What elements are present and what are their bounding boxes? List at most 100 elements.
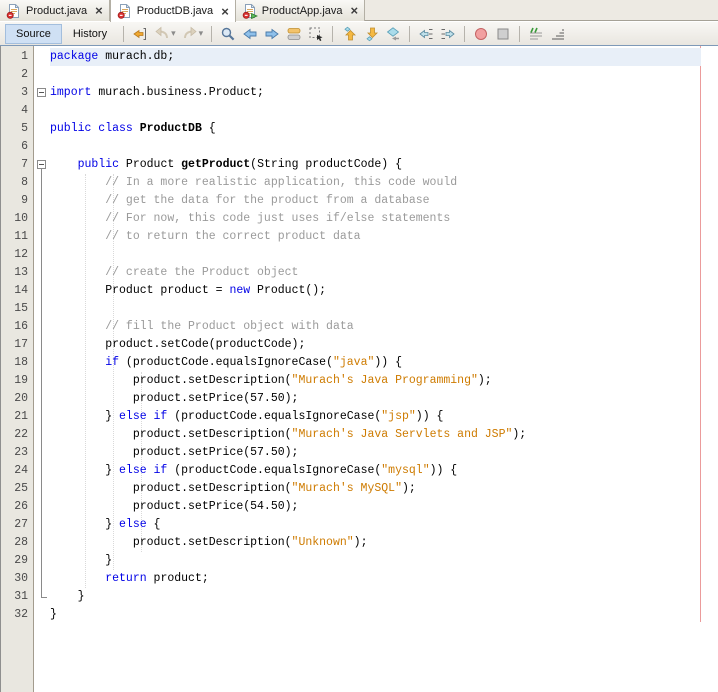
- toggle-bookmark-icon[interactable]: [382, 24, 404, 44]
- code-line-26[interactable]: product.setPrice(54.50);: [50, 498, 718, 516]
- fold-collapse-box-line-3[interactable]: [37, 88, 46, 97]
- code-line-14[interactable]: Product product = new Product();: [50, 282, 718, 300]
- line-number-11[interactable]: 11: [1, 228, 33, 246]
- comment-icon[interactable]: [525, 24, 547, 44]
- line-number-7[interactable]: 7: [1, 156, 33, 174]
- code-line-28[interactable]: product.setDescription("Unknown");: [50, 534, 718, 552]
- tab-close-icon[interactable]: ×: [351, 4, 359, 17]
- line-number-17[interactable]: 17: [1, 336, 33, 354]
- code-line-4[interactable]: [50, 102, 718, 120]
- dropdown-arrow-icon[interactable]: ▾: [171, 28, 176, 39]
- line-number-26[interactable]: 26: [1, 498, 33, 516]
- code-line-7[interactable]: public Product getProduct(String product…: [50, 156, 718, 174]
- shift-left-icon[interactable]: [415, 24, 437, 44]
- code-line-10[interactable]: // For now, this code just uses if/else …: [50, 210, 718, 228]
- line-number-29[interactable]: 29: [1, 552, 33, 570]
- line-number-13[interactable]: 13: [1, 264, 33, 282]
- tab-productapp-java[interactable]: ProductApp.java ×: [235, 0, 366, 21]
- source-editor[interactable]: 1 2 3 4 5 6 7 8 9 10 11 12 13 14 15 16 17 18 19 20 21 22 23 24 2…: [0, 46, 718, 692]
- find-icon[interactable]: [217, 24, 239, 44]
- line-number-19[interactable]: 19: [1, 372, 33, 390]
- code-line-13[interactable]: // create the Product object: [50, 264, 718, 282]
- code-line-9[interactable]: // get the data for the product from a d…: [50, 192, 718, 210]
- code-line-21[interactable]: } else if (productCode.equalsIgnoreCase(…: [50, 408, 718, 426]
- line-number-10[interactable]: 10: [1, 210, 33, 228]
- dropdown-arrow-icon[interactable]: ▾: [199, 28, 204, 39]
- line-number-gutter[interactable]: 1 2 3 4 5 6 7 8 9 10 11 12 13 14 15 16 17 18 19 20 21 22 23 24 2…: [0, 46, 34, 692]
- line-number-21[interactable]: 21: [1, 408, 33, 426]
- line-number-8[interactable]: 8: [1, 174, 33, 192]
- previous-bookmark-icon[interactable]: [338, 24, 360, 44]
- line-number-25[interactable]: 25: [1, 480, 33, 498]
- line-number-20[interactable]: 20: [1, 390, 33, 408]
- code-line-1[interactable]: package murach.db;: [50, 48, 701, 66]
- line-number-32[interactable]: 32: [1, 606, 33, 624]
- code-line-16[interactable]: // fill the Product object with data: [50, 318, 718, 336]
- next-bookmark-icon[interactable]: [360, 24, 382, 44]
- code-line-18[interactable]: if (productCode.equalsIgnoreCase("java")…: [50, 354, 718, 372]
- code-line-32[interactable]: }: [50, 606, 718, 624]
- line-number-18[interactable]: 18: [1, 354, 33, 372]
- code-token: // fill the Product object with data: [50, 320, 354, 333]
- code-line-29[interactable]: }: [50, 552, 718, 570]
- line-number-28[interactable]: 28: [1, 534, 33, 552]
- line-number-15[interactable]: 15: [1, 300, 33, 318]
- forward-icon[interactable]: ▾: [179, 24, 207, 44]
- code-line-12[interactable]: [50, 246, 718, 264]
- fold-collapse-box-line-7[interactable]: [37, 160, 46, 169]
- history-view-button[interactable]: History: [62, 24, 118, 44]
- rectangular-selection-icon[interactable]: [305, 24, 327, 44]
- code-line-19[interactable]: product.setDescription("Murach's Java Pr…: [50, 372, 718, 390]
- find-next-icon[interactable]: [261, 24, 283, 44]
- code-token: else: [119, 410, 147, 423]
- line-number-30[interactable]: 30: [1, 570, 33, 588]
- code-area[interactable]: package murach.db; import murach.business…: [50, 48, 718, 624]
- line-number-9[interactable]: 9: [1, 192, 33, 210]
- code-line-17[interactable]: product.setCode(productCode);: [50, 336, 718, 354]
- code-line-5[interactable]: public class ProductDB {: [50, 120, 718, 138]
- code-line-15[interactable]: [50, 300, 718, 318]
- find-previous-icon[interactable]: [239, 24, 261, 44]
- code-line-31[interactable]: }: [50, 588, 718, 606]
- tab-product-java[interactable]: Product.java ×: [0, 0, 110, 21]
- code-line-2[interactable]: [50, 66, 718, 84]
- line-number-16[interactable]: 16: [1, 318, 33, 336]
- tab-close-icon[interactable]: ×: [221, 5, 229, 18]
- line-number-14[interactable]: 14: [1, 282, 33, 300]
- tab-close-icon[interactable]: ×: [95, 4, 103, 17]
- line-number-6[interactable]: 6: [1, 138, 33, 156]
- line-number-3[interactable]: 3: [1, 84, 33, 102]
- code-line-11[interactable]: // to return the correct product data: [50, 228, 718, 246]
- record-macro-icon[interactable]: [470, 24, 492, 44]
- stop-macro-icon[interactable]: [492, 24, 514, 44]
- code-line-27[interactable]: } else {: [50, 516, 718, 534]
- line-number-12[interactable]: 12: [1, 246, 33, 264]
- code-line-24[interactable]: } else if (productCode.equalsIgnoreCase(…: [50, 462, 718, 480]
- line-number-22[interactable]: 22: [1, 426, 33, 444]
- code-token: product.setDescription(: [50, 536, 292, 549]
- code-line-20[interactable]: product.setPrice(57.50);: [50, 390, 718, 408]
- back-icon[interactable]: ▾: [151, 24, 179, 44]
- code-line-23[interactable]: product.setPrice(57.50);: [50, 444, 718, 462]
- toggle-highlight-icon[interactable]: [283, 24, 305, 44]
- code-line-22[interactable]: product.setDescription("Murach's Java Se…: [50, 426, 718, 444]
- line-number-1[interactable]: 1: [1, 48, 33, 66]
- code-line-25[interactable]: product.setDescription("Murach's MySQL")…: [50, 480, 718, 498]
- code-line-30[interactable]: return product;: [50, 570, 718, 588]
- shift-right-icon[interactable]: [437, 24, 459, 44]
- tab-productdb-java[interactable]: ProductDB.java ×: [109, 0, 236, 22]
- uncomment-icon[interactable]: [547, 24, 569, 44]
- line-number-24[interactable]: 24: [1, 462, 33, 480]
- last-edit-location-icon[interactable]: [129, 24, 151, 44]
- line-number-5[interactable]: 5: [1, 120, 33, 138]
- line-number-27[interactable]: 27: [1, 516, 33, 534]
- source-view-button[interactable]: Source: [5, 23, 62, 44]
- code-line-3[interactable]: import murach.business.Product;: [50, 84, 718, 102]
- line-number-4[interactable]: 4: [1, 102, 33, 120]
- line-number-31[interactable]: 31: [1, 588, 33, 606]
- code-line-8[interactable]: // In a more realistic application, this…: [50, 174, 718, 192]
- line-number-2[interactable]: 2: [1, 66, 33, 84]
- line-number-23[interactable]: 23: [1, 444, 33, 462]
- code-line-6[interactable]: [50, 138, 718, 156]
